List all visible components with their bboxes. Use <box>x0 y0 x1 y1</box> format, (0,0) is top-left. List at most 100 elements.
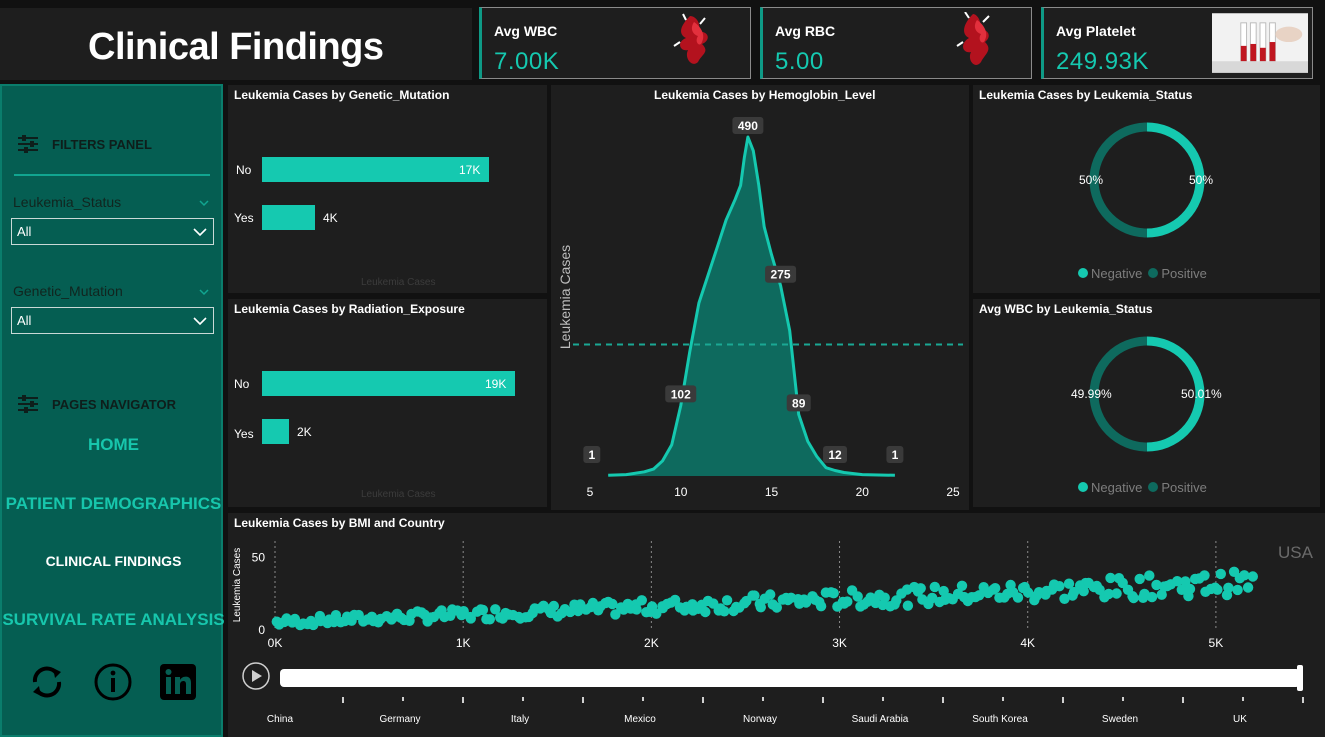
info-icon[interactable] <box>93 662 133 702</box>
legend-label: Positive <box>1161 266 1207 281</box>
x-axis-title: Leukemia Cases <box>361 277 436 288</box>
scatter-point[interactable] <box>631 604 642 615</box>
bar-no[interactable] <box>262 157 489 182</box>
chevron-down-icon[interactable] <box>199 287 209 297</box>
nav-patient-demographics[interactable]: PATIENT DEMOGRAPHICS <box>2 494 225 514</box>
bar-no[interactable] <box>262 371 515 396</box>
kpi-card-avg-rbc: Avg RBC 5.00 <box>760 7 1032 79</box>
timeline-country-label[interactable]: Mexico <box>624 714 656 725</box>
timeline-country-label[interactable]: China <box>267 714 293 725</box>
timeline-country-label[interactable]: Saudi Arabia <box>852 714 909 725</box>
scatter-point[interactable] <box>879 592 890 603</box>
scatter-point[interactable] <box>700 606 711 618</box>
filter-label-genetic-mutation: Genetic_Mutation <box>13 283 123 299</box>
timeline-country-label[interactable]: Norway <box>743 714 777 725</box>
scatter-point[interactable] <box>1184 583 1196 595</box>
scatter-plot: Leukemia Cases 0K 1K 2K 3K 4K 5K 0 50 <box>232 541 1258 650</box>
scatter-point[interactable] <box>636 595 647 606</box>
kpi-label: Avg Platelet <box>1056 23 1136 39</box>
legend-item-positive[interactable]: Positive <box>1148 480 1207 495</box>
scatter-point[interactable] <box>1212 584 1223 595</box>
scatter-point[interactable] <box>1111 588 1122 599</box>
scatter-point[interactable] <box>548 600 559 612</box>
filter-label-leukemia-status: Leukemia_Status <box>13 194 122 210</box>
scatter-point[interactable] <box>1223 582 1234 593</box>
data-label-text: 89 <box>792 396 806 410</box>
scatter-point[interactable] <box>1232 584 1243 596</box>
scatter-point[interactable] <box>1054 581 1065 592</box>
nav-survival-rate-analysis[interactable]: SURVIVAL RATE ANALYSIS <box>2 610 225 630</box>
data-label: 12 <box>823 446 848 463</box>
timeline-tick <box>822 697 824 703</box>
scatter-point[interactable] <box>990 583 1001 594</box>
scatter-point[interactable] <box>1012 592 1024 603</box>
legend-label: Negative <box>1091 480 1143 495</box>
data-label: 1 <box>583 446 601 463</box>
y-tick-label: 50 <box>252 551 266 565</box>
linkedin-icon[interactable] <box>160 664 196 700</box>
scatter-point[interactable] <box>719 606 730 617</box>
data-label-text: 275 <box>771 268 791 282</box>
legend-item-negative[interactable]: Negative <box>1078 480 1142 495</box>
scatter-point[interactable] <box>929 581 940 593</box>
legend-swatch <box>1078 268 1088 278</box>
timeline-country-label[interactable]: Germany <box>379 714 420 725</box>
timeline-tick <box>762 697 764 701</box>
blood-splash-image <box>956 12 990 65</box>
timeline-tick <box>1302 697 1304 703</box>
kpi-card-avg-platelet: Avg Platelet 249.93K <box>1041 7 1313 79</box>
scatter-point[interactable] <box>842 596 853 607</box>
timeline-country-label[interactable]: UK <box>1233 714 1247 725</box>
scatter-point[interactable] <box>1247 571 1258 582</box>
bar-category-label: No <box>234 377 250 391</box>
legend-swatch <box>1078 482 1088 492</box>
refresh-icon[interactable] <box>27 662 67 702</box>
scatter-point[interactable] <box>721 595 733 606</box>
legend-item-positive[interactable]: Positive <box>1148 266 1207 281</box>
legend: Negative Positive <box>1078 480 1207 495</box>
sidebar-icon-row <box>2 662 225 702</box>
area-plot: Leukemia Cases 5 10 15 20 25 1 102 490 275 89 12 1 <box>557 117 963 499</box>
play-icon[interactable] <box>242 662 272 692</box>
leukemia-status-donut: Leukemia Cases by Leukemia_Status 50% 50… <box>973 85 1320 293</box>
scatter-point[interactable] <box>1215 568 1226 580</box>
scatter-point[interactable] <box>956 580 968 591</box>
data-label-text: 1 <box>588 448 595 462</box>
genetic-mutation-dropdown[interactable]: All <box>11 307 214 334</box>
scatter-point[interactable] <box>484 614 495 625</box>
nav-clinical-findings[interactable]: CLINICAL FINDINGS <box>2 553 225 569</box>
scatter-point[interactable] <box>1144 570 1155 581</box>
scatter-point[interactable] <box>765 589 776 600</box>
scatter-point[interactable] <box>915 583 926 594</box>
scatter-point[interactable] <box>902 600 914 611</box>
chevron-down-icon[interactable] <box>199 198 209 208</box>
x-tick-label: 4K <box>1020 636 1035 650</box>
page-title: Clinical Findings <box>88 26 384 68</box>
scatter-point[interactable] <box>1128 592 1139 604</box>
x-tick-label: 20 <box>856 485 870 499</box>
bar-yes[interactable] <box>262 419 289 444</box>
divider <box>14 174 210 176</box>
scatter-point[interactable] <box>815 601 827 612</box>
scatter-point[interactable] <box>1146 591 1158 603</box>
timeline-handle[interactable] <box>1297 665 1303 691</box>
scatter-point[interactable] <box>828 588 839 599</box>
bar-category-label: Yes <box>234 211 254 225</box>
timeline-tick <box>1182 697 1184 703</box>
timeline-country-label[interactable]: South Korea <box>972 714 1028 725</box>
x-tick-label: 5K <box>1209 636 1224 650</box>
nav-home[interactable]: HOME <box>2 435 225 455</box>
legend-item-negative[interactable]: Negative <box>1078 266 1142 281</box>
leukemia-status-dropdown[interactable]: All <box>11 218 214 245</box>
kpi-value: 249.93K <box>1056 48 1149 75</box>
timeline-country-label[interactable]: Sweden <box>1102 714 1138 725</box>
scatter-point[interactable] <box>1199 570 1210 581</box>
timeline-country-label[interactable]: Italy <box>511 714 529 725</box>
chart-title: Leukemia Cases by Genetic_Mutation <box>234 88 450 102</box>
scatter-point[interactable] <box>1134 573 1145 585</box>
bar-yes[interactable] <box>262 205 315 230</box>
scatter-point[interactable] <box>477 604 489 616</box>
scatter-point[interactable] <box>1242 582 1254 593</box>
timeline-track[interactable] <box>280 669 1300 687</box>
slice-label-positive: 49.99% <box>1071 387 1112 401</box>
